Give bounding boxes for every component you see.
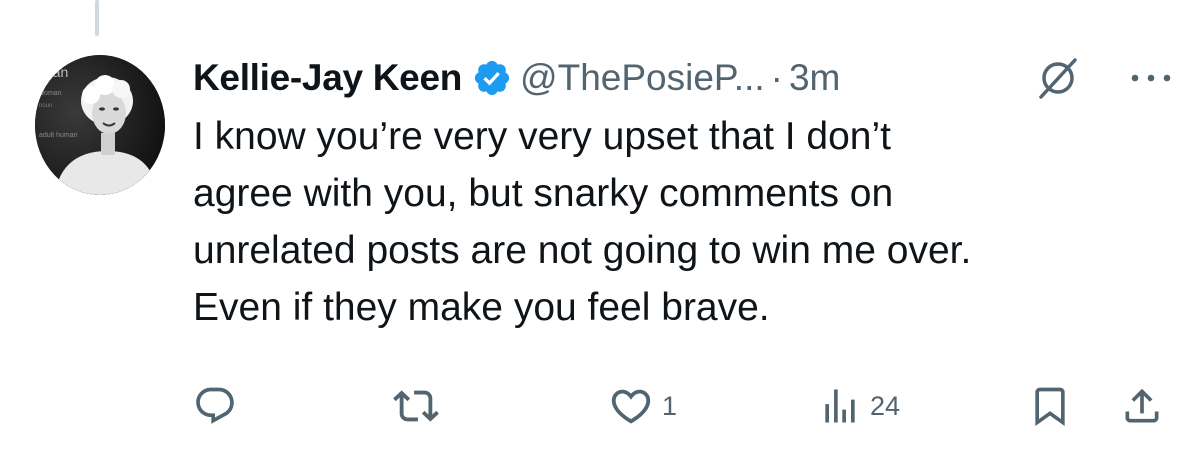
verified-icon[interactable] [472, 58, 512, 98]
tweet-text-line: unrelated posts are not going to win me … [193, 229, 972, 272]
separator-dot: · [770, 57, 783, 98]
more-icon[interactable] [1129, 68, 1173, 88]
share-icon [1125, 388, 1159, 423]
avatar-print-4: adult human [39, 132, 78, 139]
like-button[interactable]: 1 [608, 378, 677, 434]
tweet-body: Kellie-Jay Keen @ThePosieP... · 3m I kno… [193, 50, 1173, 336]
reply-button[interactable] [193, 378, 245, 434]
bookmark-icon [1035, 387, 1065, 427]
like-icon [611, 389, 651, 424]
views-button[interactable]: 24 [818, 378, 900, 434]
share-button[interactable] [1120, 378, 1164, 434]
avatar-image: man woman noun adult human [35, 55, 165, 195]
avatar-print-1: man [41, 64, 68, 80]
views-icon [825, 389, 855, 423]
thread-connector-line [95, 0, 99, 36]
grok-icon[interactable] [1035, 55, 1081, 101]
like-count: 1 [662, 390, 678, 421]
avatar[interactable]: man woman noun adult human [35, 55, 165, 195]
repost-icon [393, 390, 439, 422]
tweet-text: I know you’re very very upset that I don… [193, 108, 1173, 336]
tweet-header: Kellie-Jay Keen @ThePosieP... · 3m [193, 50, 1173, 106]
repost-button[interactable] [393, 378, 447, 434]
user-handle[interactable]: @ThePosieP... [520, 57, 765, 99]
reply-icon [196, 387, 234, 424]
tweet-text-line: agree with you, but snarky comments on [193, 172, 894, 215]
tweet-actions-bar: 1 24 [0, 378, 1200, 434]
bookmark-button[interactable] [1028, 378, 1072, 434]
avatar-print-3: noun [39, 103, 52, 109]
views-count: 24 [870, 390, 901, 421]
timestamp[interactable]: 3m [789, 57, 840, 99]
display-name[interactable]: Kellie-Jay Keen [193, 57, 462, 99]
tweet-text-line: Even if they make you feel brave. [193, 286, 770, 329]
tweet-text-line: I know you’re very very upset that I don… [193, 115, 892, 158]
avatar-print-2: woman [38, 90, 62, 97]
